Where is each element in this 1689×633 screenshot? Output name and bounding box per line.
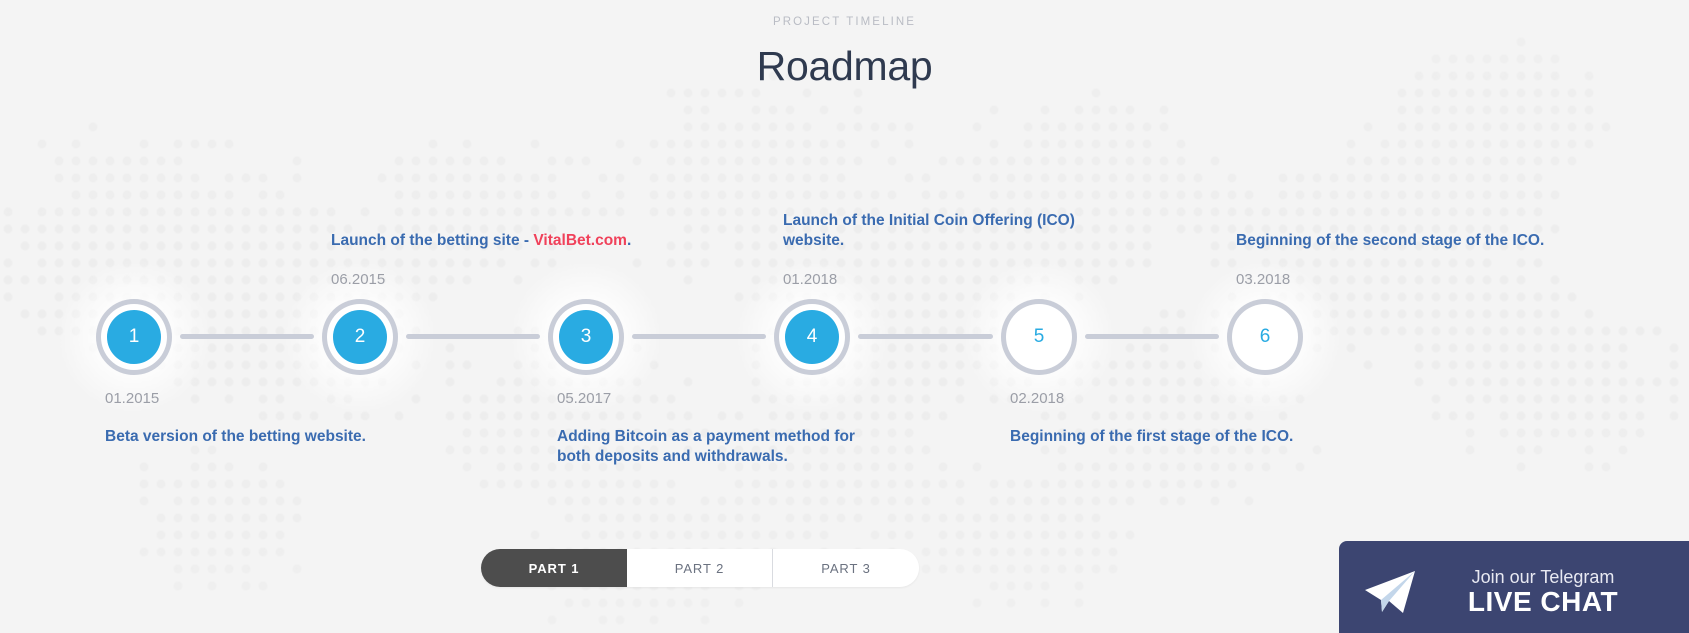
node-number: 3 (559, 310, 613, 364)
timeline-node-3[interactable]: 3 (548, 299, 624, 375)
timeline-node-4[interactable]: 4 (774, 299, 850, 375)
milestone-description: Beginning of the first stage of the ICO. (1010, 427, 1294, 445)
timeline-node-5[interactable]: 5 (1001, 299, 1077, 375)
milestone-2: Launch of the betting site - VitalBet.co… (331, 194, 661, 289)
milestone-5: 02.2018 Beginning of the first stage of t… (1010, 389, 1340, 447)
timeline-connector (180, 334, 314, 339)
timeline-node-6[interactable]: 6 (1227, 299, 1303, 375)
milestone-date: 05.2017 (557, 390, 612, 407)
node-number: 1 (107, 310, 161, 364)
telegram-live-chat-widget[interactable]: Join our Telegram LIVE CHAT (1339, 541, 1689, 633)
timeline-connector (858, 334, 993, 339)
node-number: 5 (1012, 310, 1066, 364)
milestone-description: Launch of the betting site - VitalBet.co… (331, 232, 632, 250)
milestone-link-text[interactable]: VitalBet.com (533, 232, 627, 249)
tab-part-2[interactable]: PART 2 (627, 549, 773, 587)
timeline-node-2[interactable]: 2 (322, 299, 398, 375)
timeline-connector (406, 334, 540, 339)
timeline-connector (632, 334, 766, 339)
node-number: 2 (333, 310, 387, 364)
milestone-date: 01.2018 (783, 270, 838, 288)
milestone-4: Launch of the Initial Coin Offering (ICO… (783, 194, 1113, 289)
paper-plane-icon (1361, 566, 1419, 618)
node-number: 4 (785, 310, 839, 364)
milestone-6: Beginning of the second stage of the ICO… (1236, 194, 1566, 289)
part-tabs[interactable]: PART 1 PART 2 PART 3 (481, 549, 919, 587)
milestone-description: Beta version of the betting website. (105, 427, 366, 445)
tab-part-1[interactable]: PART 1 (481, 549, 627, 587)
milestone-description: Launch of the Initial Coin Offering (ICO… (783, 211, 1075, 250)
milestone-1: 01.2015 Beta version of the betting websi… (105, 389, 435, 447)
timeline-node-1[interactable]: 1 (96, 299, 172, 375)
milestone-3: 05.2017 Adding Bitcoin as a payment metho… (557, 389, 887, 467)
milestone-date: 02.2018 (1010, 390, 1065, 407)
telegram-text: Join our Telegram LIVE CHAT (1419, 567, 1671, 618)
milestone-description: Adding Bitcoin as a payment method for b… (557, 427, 855, 465)
milestone-description: Beginning of the second stage of the ICO… (1236, 232, 1545, 250)
timeline: 1 01.2015 Beta version of the betting webs… (0, 0, 1689, 470)
roadmap-section: PROJECT TIMELINE Roadmap 1 01.2015 Beta ve… (0, 0, 1689, 633)
milestone-date: 03.2018 (1236, 270, 1291, 288)
node-number: 6 (1238, 310, 1292, 364)
telegram-line1: Join our Telegram (1471, 566, 1615, 587)
tab-part-3[interactable]: PART 3 (773, 549, 919, 587)
milestone-date: 06.2015 (331, 270, 386, 288)
telegram-line2: LIVE CHAT (1467, 585, 1619, 617)
milestone-date: 01.2015 (105, 390, 160, 407)
timeline-connector (1085, 334, 1219, 339)
